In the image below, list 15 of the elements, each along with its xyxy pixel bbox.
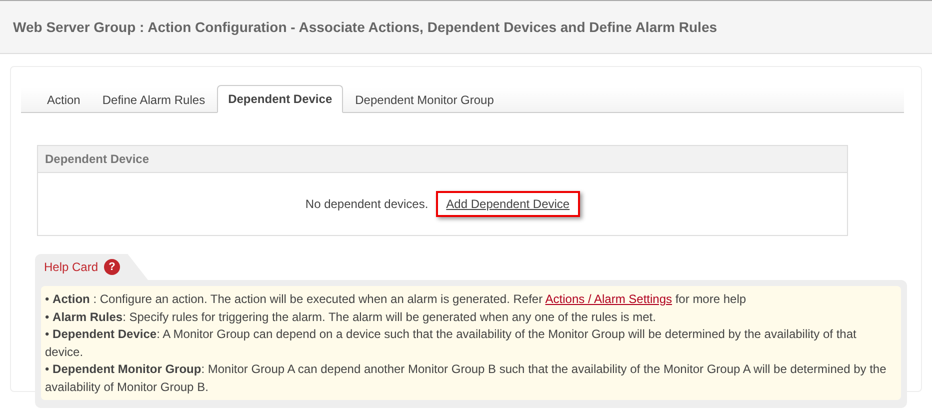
- panel-title: Dependent Device: [38, 146, 847, 173]
- help-icon: ?: [104, 259, 120, 275]
- help-text: • Action : Configure an action. The action will be executed when an alarm is generated. Refer Actions / Alarm Settings for more help: [45, 291, 748, 308]
- help-card-title: Help Card: [44, 260, 98, 274]
- add-dependent-device-link[interactable]: Add Dependent Device: [436, 191, 580, 217]
- help-text: • Dependent Monitor Group: Monitor Group A can depend another Monitor Group B such that the availability of the Monitor Group A will be determined by the availability of Monitor Group B.: [45, 361, 888, 396]
- empty-message: No dependent devices.: [305, 197, 428, 211]
- tab[interactable]: Define Alarm Rules: [92, 88, 216, 112]
- page-title: Web Server Group : Action Configuration - Associate Actions, Dependent Devices and Define Alarm Rules: [13, 19, 718, 35]
- help-text: • Alarm Rules: Specify rules for triggering the alarm. The alarm will be generated when any one of the rules is met.: [45, 308, 657, 326]
- tab[interactable]: Dependent Monitor Group: [345, 88, 504, 112]
- help-text: • Dependent Device: A Monitor Group can depend on a device such that the availability of the Monitor Group will be determined by the availability of that device.: [45, 326, 858, 361]
- tab[interactable]: Dependent Device: [217, 85, 344, 113]
- help-link[interactable]: Actions / Alarm Settings: [545, 292, 672, 306]
- tab[interactable]: Action: [37, 88, 90, 112]
